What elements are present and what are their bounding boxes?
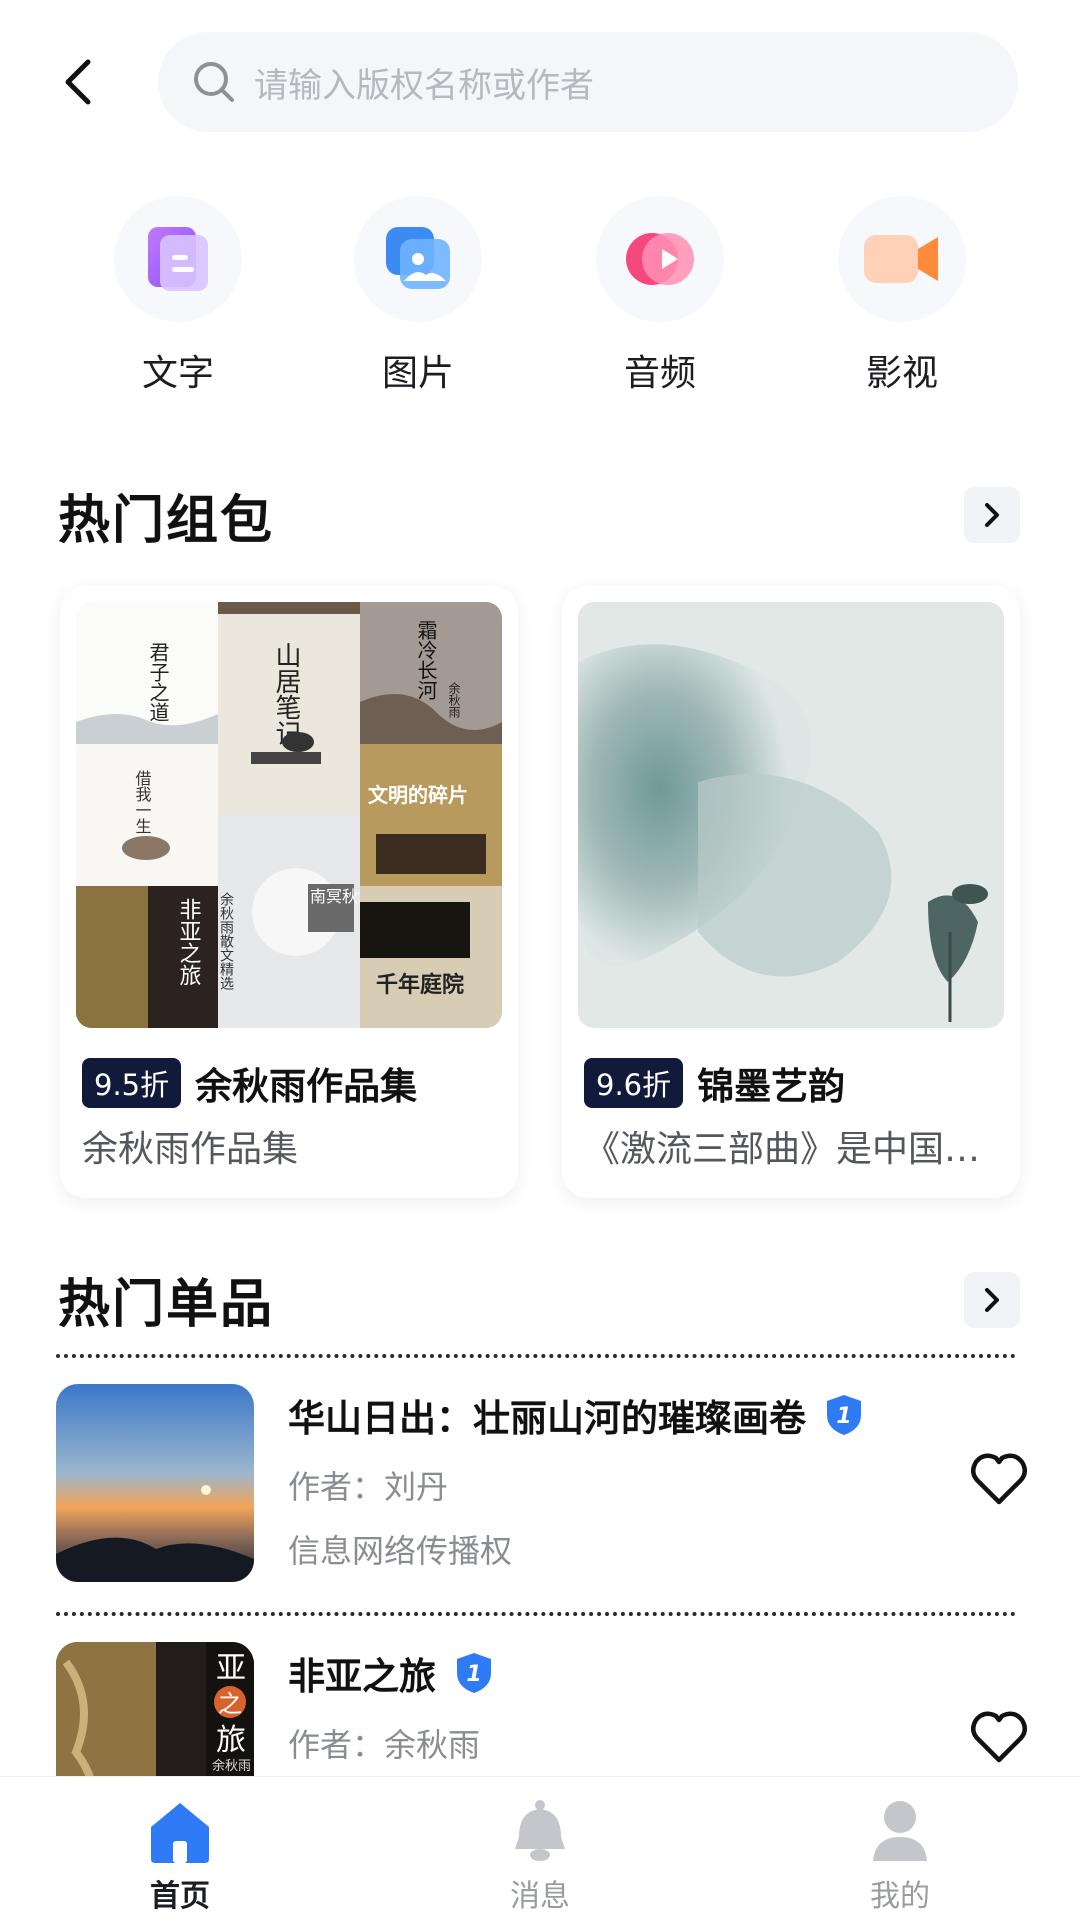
video-camera-icon (864, 235, 938, 283)
chevron-right-icon (985, 503, 999, 527)
single-thumbnail[interactable] (56, 1384, 254, 1582)
bundle-desc: 《激流三部曲》是中国… (584, 1129, 981, 1170)
verified-shield-icon: 1 (827, 1395, 861, 1435)
bundle-name: 锦墨艺韵 (697, 1065, 846, 1108)
bell-icon (515, 1800, 565, 1861)
divider (56, 1612, 1016, 1616)
single-author: 作者：刘丹 (288, 1468, 449, 1506)
bundle-cover-collage: 君子之道 山居笔记 霜冷长河 余秋雨 借我一生 文明的碎片 余秋雨散文精选 南冥… (76, 602, 502, 1028)
svg-text:1: 1 (466, 1662, 481, 1687)
tab-label: 消息 (510, 1879, 570, 1914)
cover-text: 余秋雨散文精选 (218, 891, 234, 991)
tab-label: 我的 (870, 1879, 930, 1914)
section-title-hot-bundles: 热门组包 (58, 491, 275, 551)
more-bundles-button[interactable] (964, 487, 1020, 543)
cover-text: 千年庭院 (376, 972, 464, 998)
single-right-type: 信息网络传播权 (288, 1532, 513, 1570)
home-icon (151, 1803, 209, 1863)
favorite-button[interactable] (968, 1448, 1030, 1510)
cover-text: 非亚之旅 (176, 898, 202, 986)
single-author: 作者：余秋雨 (288, 1726, 481, 1764)
more-singles-button[interactable] (964, 1272, 1020, 1328)
cover-text: 文明的碎片 (368, 783, 468, 807)
cover-text: 余秋雨 (447, 681, 461, 718)
heart-icon (971, 1711, 1027, 1763)
category-label: 图片 (381, 353, 454, 394)
cover-text: 君子之道 (146, 642, 170, 722)
section-title-hot-singles: 热门单品 (58, 1275, 275, 1335)
search-bar[interactable]: 请输入版权名称或作者 (158, 32, 1018, 132)
tab-me[interactable]: 我的 (790, 1777, 1010, 1921)
cover-text: 山居笔记 (271, 642, 301, 746)
single-title: 非亚之旅 (288, 1655, 436, 1698)
single-title-row[interactable]: 华山日出：壮丽山河的璀璨画卷 1 (288, 1388, 864, 1442)
document-icon (148, 227, 208, 291)
chevron-left-icon (65, 59, 91, 105)
cover-text: 亚 (216, 1651, 246, 1686)
favorite-button[interactable] (968, 1706, 1030, 1768)
category-video[interactable]: 影视 (832, 196, 972, 396)
search-icon (194, 62, 234, 102)
discount-badge: 9.5折 (82, 1058, 182, 1108)
chevron-right-icon (985, 1288, 999, 1312)
single-title: 华山日出：壮丽山河的璀璨画卷 (288, 1397, 806, 1440)
bundle-desc: 余秋雨作品集 (82, 1129, 299, 1170)
bottom-tab-bar: 首页 消息 我的 (0, 1776, 1080, 1921)
user-icon (873, 1801, 927, 1861)
category-label: 影视 (865, 353, 938, 394)
discount-badge: 9.6折 (584, 1058, 684, 1108)
category-text[interactable]: 文字 (108, 196, 248, 396)
category-audio[interactable]: 音频 (590, 196, 730, 396)
category-label: 音频 (623, 353, 696, 394)
tab-home[interactable]: 首页 (70, 1777, 290, 1921)
cover-text: 之 (218, 1690, 242, 1718)
verified-shield-icon: 1 (457, 1653, 491, 1693)
bundle-cover-ink (578, 602, 1004, 1028)
bundle-card[interactable]: 9.6折 锦墨艺韵 《激流三部曲》是中国… (562, 586, 1020, 1198)
tab-label: 首页 (150, 1879, 210, 1914)
category-image[interactable]: 图片 (348, 196, 488, 396)
bundle-card[interactable]: 君子之道 山居笔记 霜冷长河 余秋雨 借我一生 文明的碎片 余秋雨散文精选 南冥… (60, 586, 518, 1198)
image-icon (386, 227, 450, 289)
cover-text: 旅 (216, 1723, 246, 1758)
back-button[interactable] (50, 52, 110, 112)
bundle-name: 余秋雨作品集 (195, 1065, 418, 1108)
category-label: 文字 (141, 353, 214, 394)
search-input[interactable]: 请输入版权名称或作者 (254, 58, 594, 107)
cover-text: 余秋雨 (212, 1758, 251, 1774)
divider (56, 1354, 1016, 1358)
svg-text:1: 1 (836, 1404, 851, 1429)
single-title-row[interactable]: 非亚之旅 1 (288, 1646, 494, 1700)
cover-text: 霜冷长河 (414, 620, 438, 700)
cover-text: 借我一生 (133, 770, 152, 834)
tab-messages[interactable]: 消息 (430, 1777, 650, 1921)
audio-play-icon (626, 233, 694, 285)
heart-icon (971, 1453, 1027, 1505)
